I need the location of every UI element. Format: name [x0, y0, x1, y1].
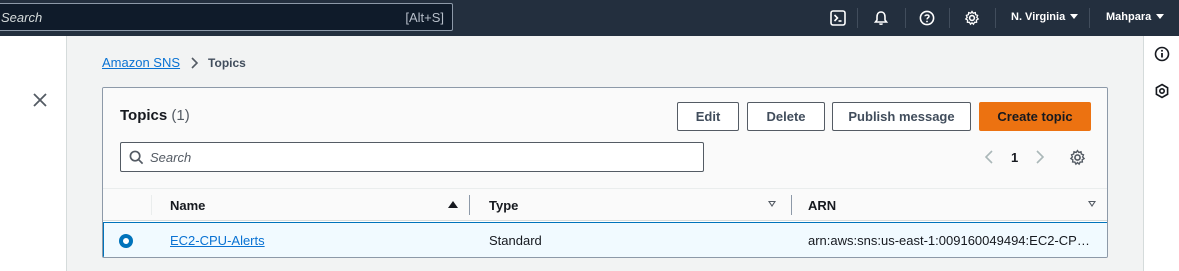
column-header-name[interactable]: Name: [170, 198, 205, 213]
topic-arn: arn:aws:sns:us-east-1:009160049494:EC2-C…: [808, 233, 1092, 248]
nav-separator: [1089, 8, 1090, 28]
sort-indicator-icon[interactable]: [1088, 201, 1096, 207]
table-row[interactable]: EC2-CPU-Alerts Standard arn:aws:sns:us-e…: [103, 222, 1107, 257]
table-header-row: Name Type ARN: [103, 188, 1107, 221]
account-menu[interactable]: Mahpara: [1106, 11, 1165, 23]
topic-type: Standard: [489, 233, 542, 248]
edit-button[interactable]: Edit: [677, 102, 739, 131]
delete-button[interactable]: Delete: [747, 102, 825, 131]
topics-table-container: Topics (1) Edit Delete Publish message C…: [102, 87, 1108, 258]
column-header-arn[interactable]: ARN: [808, 198, 836, 213]
feedback-hexagon-icon[interactable]: [1154, 83, 1170, 99]
row-select-radio[interactable]: [119, 234, 133, 248]
global-search-input[interactable]: Search [Alt+S]: [0, 3, 453, 31]
chevron-left-icon[interactable]: [983, 150, 995, 164]
topics-count: (1): [171, 107, 190, 124]
sort-ascending-icon[interactable]: [448, 201, 458, 208]
nav-separator: [905, 8, 906, 28]
column-divider: [151, 195, 152, 215]
account-name: Mahpara: [1106, 11, 1152, 23]
chevron-right-icon[interactable]: [1034, 150, 1046, 164]
breadcrumb-amazon-sns-link[interactable]: Amazon SNS: [102, 55, 180, 70]
breadcrumb-current-topics: Topics: [208, 55, 246, 70]
side-navigation-panel: [0, 36, 67, 271]
column-resizer[interactable]: [469, 195, 470, 215]
topics-filter: [120, 142, 704, 172]
search-icon: [129, 150, 144, 165]
help-icon[interactable]: [917, 8, 937, 28]
table-header-area: Topics (1) Edit Delete Publish message C…: [103, 88, 1107, 188]
region-selector[interactable]: N. Virginia: [1011, 11, 1079, 23]
caret-down-icon: [1070, 14, 1079, 19]
caret-down-icon: [1156, 14, 1165, 19]
current-page-number[interactable]: 1: [1011, 150, 1018, 165]
chevron-right-icon: [191, 56, 199, 69]
notifications-bell-icon[interactable]: [871, 8, 891, 28]
sort-indicator-icon[interactable]: [768, 201, 776, 207]
nav-separator: [857, 8, 858, 28]
column-resizer[interactable]: [791, 195, 792, 215]
search-shortcut-hint: [Alt+S]: [405, 10, 444, 25]
info-icon[interactable]: [1154, 46, 1170, 62]
tools-rail: [1143, 36, 1179, 271]
create-topic-button[interactable]: Create topic: [979, 102, 1091, 131]
top-navigation: Search [Alt+S] N. Virginia Mahpara: [0, 0, 1179, 36]
breadcrumb: Amazon SNS Topics: [102, 55, 246, 70]
topic-name-link[interactable]: EC2-CPU-Alerts: [170, 233, 265, 248]
close-icon[interactable]: [32, 92, 48, 108]
table-preferences-gear-icon[interactable]: [1069, 149, 1086, 166]
topics-search-input[interactable]: [150, 148, 690, 166]
column-header-type[interactable]: Type: [489, 198, 518, 213]
nav-separator: [995, 8, 996, 28]
publish-message-button[interactable]: Publish message: [832, 102, 971, 131]
page-title: Topics (1): [120, 107, 190, 124]
global-search-placeholder: Search: [1, 10, 43, 25]
settings-gear-icon[interactable]: [962, 8, 982, 28]
pagination: 1: [983, 144, 1046, 170]
topics-heading: Topics: [120, 107, 168, 124]
region-label: N. Virginia: [1011, 11, 1066, 23]
cloudshell-icon[interactable]: [828, 8, 848, 28]
nav-separator: [949, 8, 950, 28]
